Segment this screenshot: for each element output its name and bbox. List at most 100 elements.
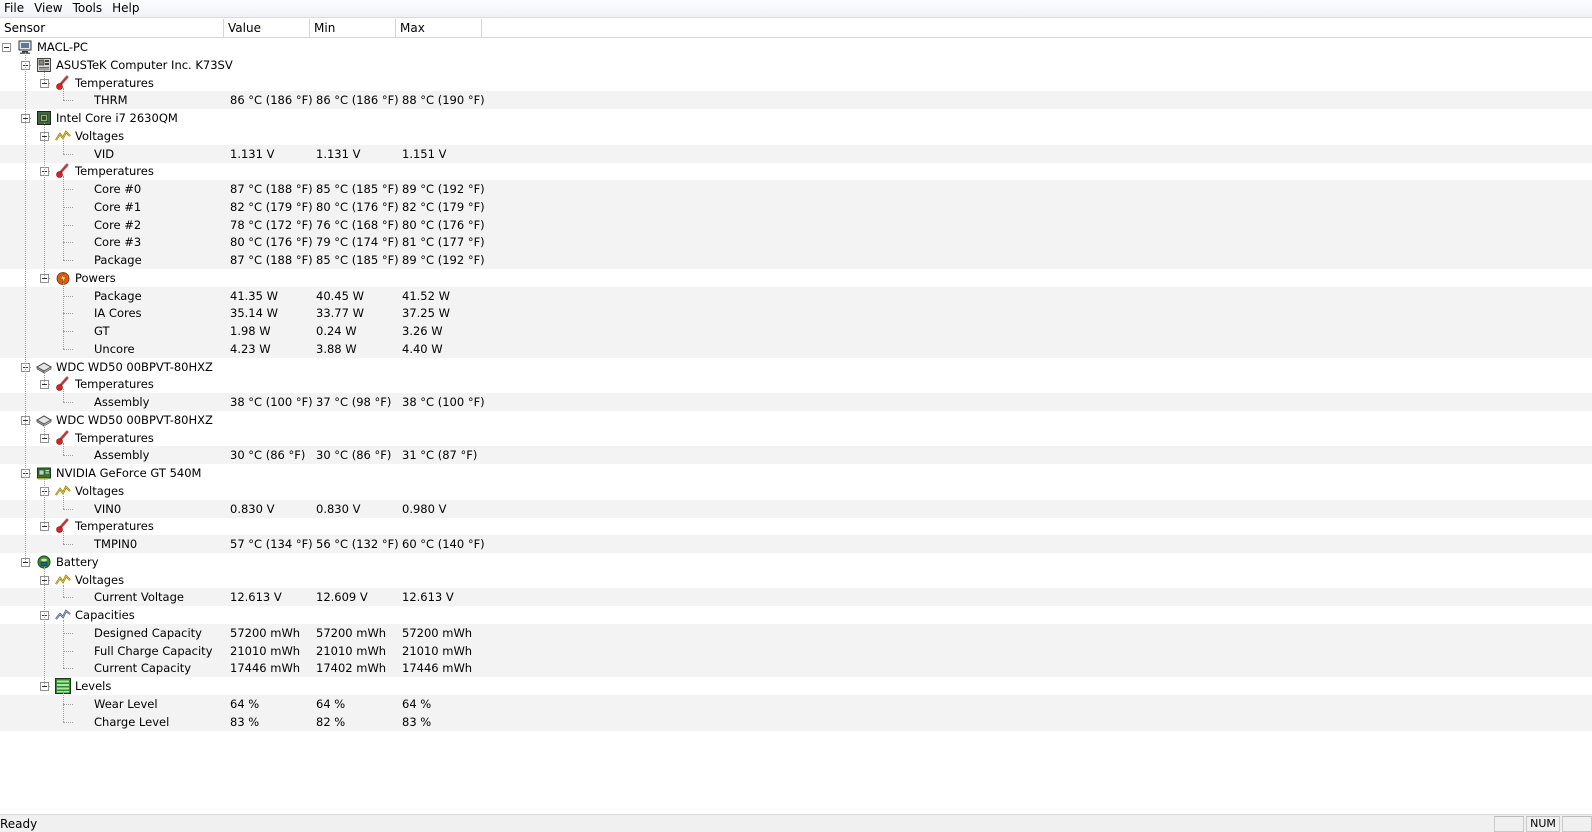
sensor-min: 30 °C (86 °F) xyxy=(316,448,392,463)
sensor-row[interactable]: Full Charge Capacity 21010 mWh 21010 mWh 21… xyxy=(0,641,1592,660)
sensor-row[interactable]: Current Voltage 12.613 V 12.609 V 12.613 V xyxy=(0,588,1592,607)
tree-connector xyxy=(44,424,45,438)
tree-connector xyxy=(63,153,73,155)
group-row[interactable]: Battery xyxy=(0,553,1592,571)
sensor-label: Charge Level xyxy=(94,714,170,729)
group-row[interactable]: Temperatures xyxy=(0,162,1592,180)
group-row[interactable]: Powers xyxy=(0,269,1592,287)
menu-help[interactable]: Help xyxy=(108,0,145,17)
tree-connector xyxy=(63,100,73,102)
sensor-row[interactable]: Wear Level 64 % 64 % 64 % xyxy=(0,694,1592,713)
sensor-max: 4.40 W xyxy=(402,341,443,356)
group-row[interactable]: Voltages xyxy=(0,571,1592,589)
tree-connector xyxy=(63,402,73,403)
sensor-row[interactable]: Core #2 78 °C (172 °F) 76 °C (168 °F) 80 °C… xyxy=(0,215,1592,234)
sensor-max: 81 °C (177 °F) xyxy=(402,235,485,250)
sensor-row[interactable]: IA Cores 35.14 W 33.77 W 37.25 W xyxy=(0,304,1592,323)
tree-connector xyxy=(63,531,64,544)
sensor-label: Core #1 xyxy=(94,199,142,214)
group-row[interactable]: Voltages xyxy=(0,482,1592,500)
menu-view[interactable]: View xyxy=(30,0,68,17)
sensor-min: 33.77 W xyxy=(316,306,364,321)
group-row[interactable]: Voltages xyxy=(0,127,1592,145)
tree-connector xyxy=(63,455,73,457)
tree-connector xyxy=(63,189,73,190)
group-row[interactable]: MACL-PC xyxy=(0,38,1592,56)
tree-connector xyxy=(63,721,73,723)
sensor-value: 1.131 V xyxy=(230,146,275,161)
group-row[interactable]: ASUSTeK Computer Inc. K73SV xyxy=(0,56,1592,74)
group-row[interactable]: WDC WD50 00BPVT-80HXZ xyxy=(0,411,1592,429)
sensor-max: 17446 mWh xyxy=(402,661,473,676)
tree-connector xyxy=(63,282,64,349)
sensor-label: Intel Core i7 2630QM xyxy=(56,111,178,125)
sensor-row[interactable]: TMPIN0 57 °C (134 °F) 56 °C (132 °F) 60 °C … xyxy=(0,535,1592,553)
tree-connector xyxy=(63,442,64,456)
tree-connector xyxy=(44,69,45,83)
sensor-label: NVIDIA GeForce GT 540M xyxy=(56,466,202,480)
menu-file[interactable]: File xyxy=(0,0,30,17)
group-row[interactable]: Temperatures xyxy=(0,517,1592,535)
sensor-row[interactable]: Core #1 82 °C (179 °F) 80 °C (176 °F) 82 °C… xyxy=(0,197,1592,216)
menu-tools[interactable]: Tools xyxy=(69,0,109,17)
sensor-row[interactable]: VIN0 0.830 V 0.830 V 0.980 V xyxy=(0,499,1592,518)
tree-connector xyxy=(44,123,45,278)
collapse-toggle[interactable] xyxy=(2,43,11,52)
group-row[interactable]: Temperatures xyxy=(0,375,1592,393)
group-row[interactable]: Temperatures xyxy=(0,74,1592,92)
sensor-row[interactable]: Core #0 87 °C (188 °F) 85 °C (185 °F) 89 °C… xyxy=(0,180,1592,198)
sensor-label: Assembly xyxy=(94,448,150,463)
sensor-row[interactable]: Assembly 30 °C (86 °F) 30 °C (86 °F) 31 °C … xyxy=(0,446,1592,465)
sensor-row[interactable]: Charge Level 83 % 82 % 83 % xyxy=(0,712,1592,731)
sensor-value: 86 °C (186 °F) xyxy=(230,93,313,108)
sensor-label: Full Charge Capacity xyxy=(94,643,213,658)
sensor-value: 38 °C (100 °F) xyxy=(230,395,313,409)
group-row[interactable]: NVIDIA GeForce GT 540M xyxy=(0,464,1592,482)
sensor-row[interactable]: Package 41.35 W 40.45 W 41.52 W xyxy=(0,286,1592,305)
sensor-value: 78 °C (172 °F) xyxy=(230,217,313,232)
column-min[interactable]: Min xyxy=(310,19,396,37)
sensor-row[interactable]: Package 87 °C (188 °F) 85 °C (185 °F) 89 °C… xyxy=(0,251,1592,269)
sensor-row[interactable]: Designed Capacity 57200 mWh 57200 mWh 57200… xyxy=(0,623,1592,642)
group-row[interactable]: Temperatures xyxy=(0,429,1592,447)
sensor-min: 0.24 W xyxy=(316,324,357,338)
sensor-row[interactable]: THRM 86 °C (186 °F) 86 °C (186 °F) 88 °C (1… xyxy=(0,91,1592,110)
group-row[interactable]: WDC WD50 00BPVT-80HXZ xyxy=(0,358,1592,376)
sensor-label: Battery xyxy=(56,554,99,569)
sensor-max: 21010 mWh xyxy=(402,643,473,658)
sensor-row[interactable]: Assembly 38 °C (100 °F) 37 °C (98 °F) 38 °C… xyxy=(0,393,1592,411)
sensor-label: Current Voltage xyxy=(94,590,184,605)
tree-connector xyxy=(63,632,73,634)
tree-connector xyxy=(63,597,73,599)
sensor-min: 3.88 W xyxy=(316,341,357,356)
sensor-min: 79 °C (174 °F) xyxy=(316,235,399,250)
group-row[interactable]: Intel Core i7 2630QM xyxy=(0,109,1592,127)
sensor-tree[interactable]: MACL-PC ASUSTeK Computer Inc. K73SV Temper… xyxy=(0,38,1592,813)
tree-connector xyxy=(63,508,73,510)
sensor-max: 12.613 V xyxy=(402,590,454,605)
group-row[interactable]: Levels xyxy=(0,677,1592,695)
group-row[interactable]: Capacities xyxy=(0,606,1592,624)
sensor-row[interactable]: Current Capacity 17446 mWh 17402 mWh 17446 … xyxy=(0,659,1592,678)
tree-connector xyxy=(63,668,73,670)
column-value[interactable]: Value xyxy=(224,19,310,37)
sensor-label: Designed Capacity xyxy=(94,625,202,640)
sensor-min: 37 °C (98 °F) xyxy=(316,395,392,409)
sensor-row[interactable]: Uncore 4.23 W 3.88 W 4.40 W xyxy=(0,339,1592,358)
sensor-min: 0.830 V xyxy=(316,501,361,516)
sensor-value: 80 °C (176 °F) xyxy=(230,235,313,250)
sensor-min: 76 °C (168 °F) xyxy=(316,217,399,232)
sensor-min: 86 °C (186 °F) xyxy=(316,93,399,108)
sensor-min: 1.131 V xyxy=(316,146,361,161)
tree-connector xyxy=(63,206,73,208)
column-sensor[interactable]: Sensor xyxy=(0,19,224,37)
tree-connector xyxy=(63,176,64,260)
tree-connector xyxy=(63,331,73,332)
sensor-row[interactable]: VID 1.131 V 1.131 V 1.151 V xyxy=(0,144,1592,163)
sensor-label: Voltages xyxy=(75,572,125,587)
sensor-row[interactable]: GT 1.98 W 0.24 W 3.26 W xyxy=(0,322,1592,340)
sensor-label: MACL-PC xyxy=(37,40,88,54)
column-max[interactable]: Max xyxy=(396,19,482,37)
sensor-value: 1.98 W xyxy=(230,324,271,338)
sensor-row[interactable]: Core #3 80 °C (176 °F) 79 °C (174 °F) 81 °C… xyxy=(0,233,1592,252)
